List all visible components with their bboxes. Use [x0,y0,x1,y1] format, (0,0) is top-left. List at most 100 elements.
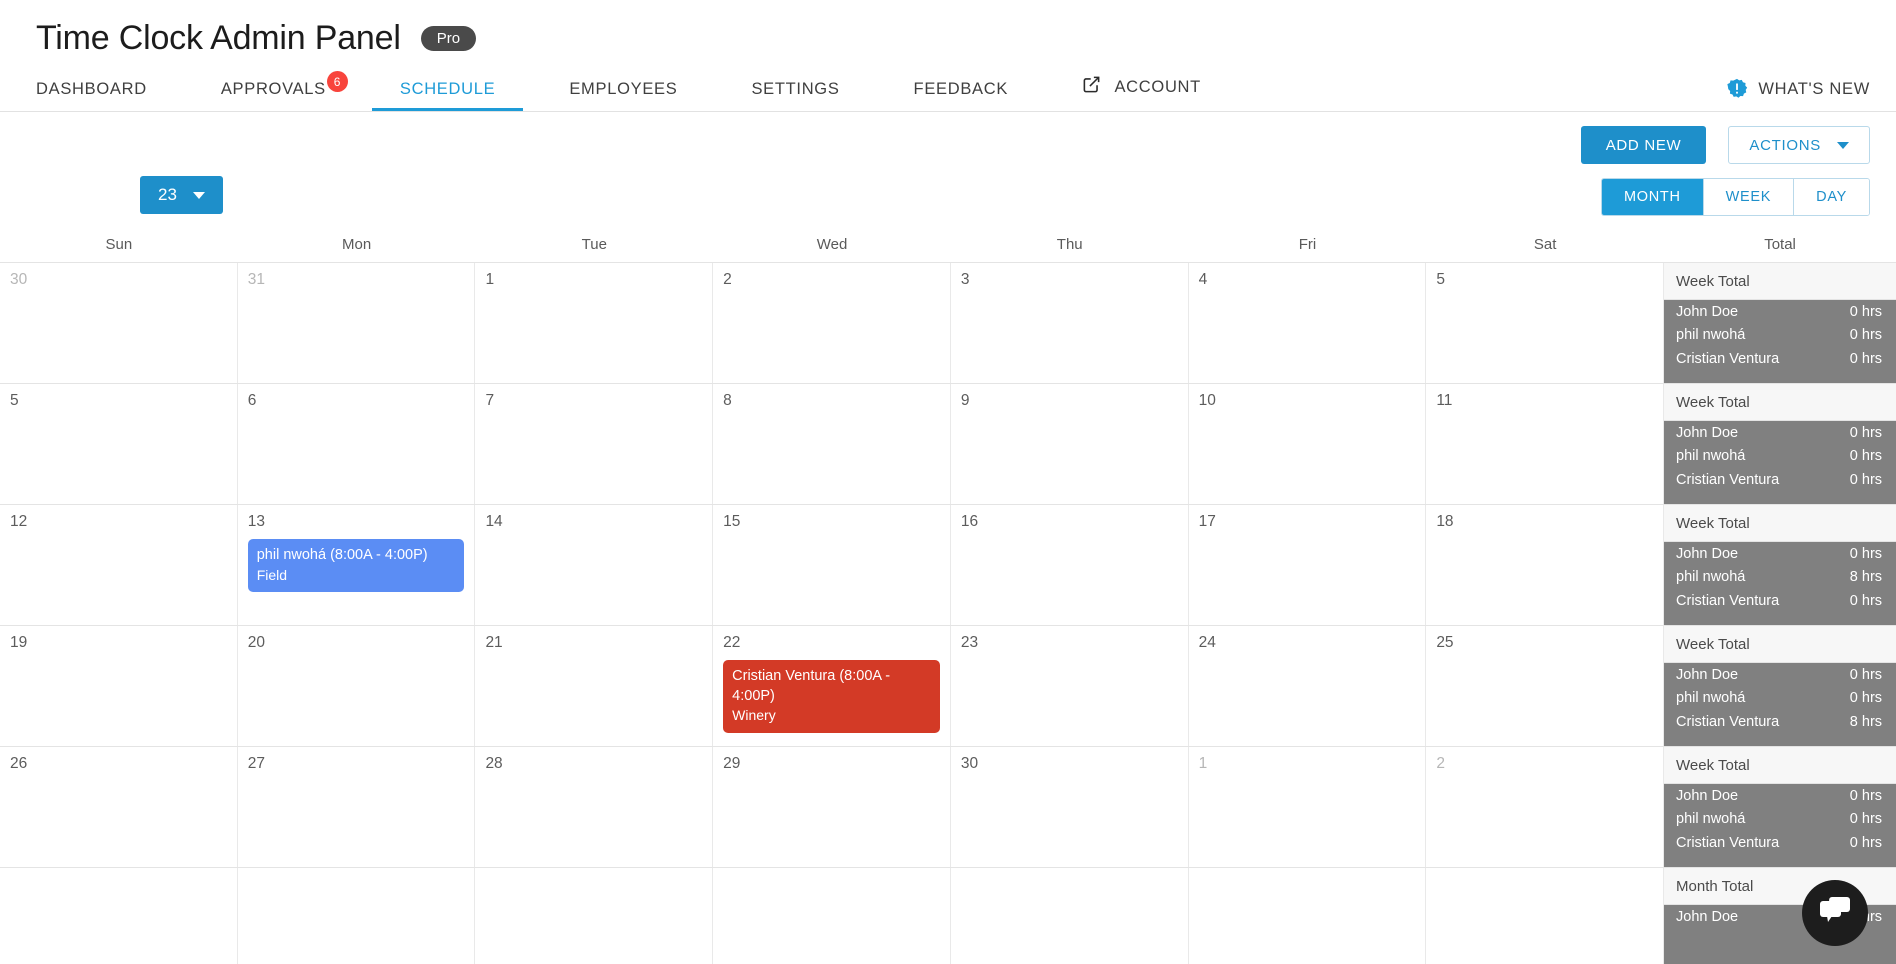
week-total-label: Week Total [1664,384,1896,421]
calendar-day-cell[interactable]: 5 [1426,263,1665,383]
calendar-day-cell[interactable]: 28 [475,747,714,867]
calendar-day-cell[interactable]: 22 Cristian Ventura (8:00A - 4:00P) Winery [713,626,951,746]
day-number: 11 [1436,392,1453,409]
chevron-down-icon [1837,141,1849,149]
employee-name: John Doe [1676,666,1739,683]
calendar-day-cell[interactable] [1189,868,1427,964]
calendar-day-cell[interactable]: 24 [1189,626,1427,746]
actions-button[interactable]: ACTIONS [1728,126,1870,164]
title-row: Time Clock Admin Panel Pro [0,10,1896,66]
page-title: Time Clock Admin Panel [36,18,401,57]
employee-total-row: John Doe 0 hrs [1664,784,1896,808]
calendar-day-cell[interactable]: 12 [0,505,238,625]
calendar-day-cell[interactable] [0,868,238,964]
week-total-label: Week Total [1664,626,1896,663]
event-category: Field [256,566,288,583]
employee-hours: 0 hrs [1849,448,1883,465]
week-total-panel: Week Total John Doe 0 hrs phil nwohá 0 hrs Cr… [1664,384,1896,504]
calendar-day-cell[interactable] [713,868,951,964]
view-toggle-day[interactable]: DAY [1794,179,1869,215]
add-new-button[interactable]: ADD NEW [1580,126,1707,164]
employee-hours: 0 hrs [1849,545,1883,562]
chat-bubble-icon [1818,896,1852,931]
day-number: 9 [960,392,970,409]
nav-item-employees[interactable]: EMPLOYEES [569,80,677,111]
nav-item-schedule[interactable]: SCHEDULE [371,80,524,111]
day-number: 21 [485,634,503,651]
week-total-list: John Doe 0 hrs phil nwohá 8 hrs Cristian Ven… [1664,542,1896,625]
calendar-day-cell[interactable] [238,868,476,964]
day-header-fri: Fri [1298,235,1317,253]
whats-new-button[interactable]: WHAT'S NEW [1726,78,1870,100]
calendar-day-cell[interactable]: 8 [713,384,951,504]
nav-item-account[interactable]: ACCOUNT [1082,75,1201,111]
plan-badge: Pro [420,25,477,51]
actions-label: ACTIONS [1749,136,1821,154]
calendar-day-cell[interactable]: 15 [713,505,951,625]
calendar-day-cell[interactable]: 5 [0,384,238,504]
calendar-event[interactable]: phil nwohá (8:00A - 4:00P) Field [247,539,465,593]
calendar-day-cell[interactable]: 11 [1426,384,1665,504]
nav-item-feedback[interactable]: FEEDBACK [914,80,1009,111]
calendar-day-cell[interactable]: 29 [713,747,951,867]
alert-badge-icon [1726,78,1748,100]
approvals-count-badge: 6 [326,71,348,92]
day-number: 23 [960,634,979,651]
nav-item-approvals[interactable]: APPROVALS 6 [221,71,348,111]
employee-total-row: phil nwohá 8 hrs [1664,566,1896,590]
event-title: Cristian Ventura (8:00A - 4:00P) [732,668,891,704]
date-selector[interactable]: 23 [140,176,223,214]
calendar-day-cell[interactable]: 25 [1426,626,1665,746]
employee-total-row: Cristian Ventura 0 hrs [1664,468,1896,492]
calendar-day-cell[interactable]: 9 [951,384,1189,504]
view-toggle-month[interactable]: MONTH [1601,179,1704,215]
calendar-day-cell[interactable]: 2 [1426,747,1665,867]
calendar-event[interactable]: Cristian Ventura (8:00A - 4:00P) Winery [723,660,940,734]
calendar-day-cell[interactable]: 2 [713,263,951,383]
nav-item-settings[interactable]: SETTINGS [751,80,839,111]
day-number: 1 [1198,755,1208,772]
calendar-day-cell[interactable]: 13 phil nwohá (8:00A - 4:00P) Field [238,505,476,625]
day-header-mon: Mon [341,235,372,253]
view-toggle-week[interactable]: WEEK [1703,179,1795,215]
calendar-day-cell[interactable]: 6 [238,384,476,504]
calendar-day-cell[interactable]: 18 [1426,505,1665,625]
calendar-day-cell[interactable]: 4 [1189,263,1427,383]
chat-widget-button[interactable] [1802,880,1868,946]
employee-name: Cristian Ventura [1676,471,1780,488]
calendar-day-cell[interactable] [951,868,1189,964]
calendar-day-cell[interactable]: 30 [951,747,1189,867]
calendar-day-cell[interactable] [475,868,714,964]
calendar-day-cell[interactable]: 16 [951,505,1189,625]
day-header-thu: Thu [1056,235,1083,253]
calendar-day-cell[interactable]: 1 [475,263,714,383]
toolbar-buttons: ADD NEW ACTIONS [1580,126,1870,164]
employee-name: Cristian Ventura [1676,592,1780,609]
day-number: 16 [960,513,979,530]
nav-label: ACCOUNT [1114,78,1201,96]
calendar-day-cell[interactable]: 14 [475,505,714,625]
employee-total-row: Cristian Ventura 0 hrs [1664,589,1896,613]
calendar-day-cell[interactable]: 20 [238,626,476,746]
employee-name: Cristian Ventura [1676,834,1780,851]
employee-total-row: phil nwohá 0 hrs [1664,445,1896,469]
calendar-day-cell[interactable]: 23 [951,626,1189,746]
calendar-day-cell[interactable]: 3 [951,263,1189,383]
calendar-day-cell[interactable]: 17 [1189,505,1427,625]
calendar-day-cell[interactable] [1426,868,1665,964]
day-number: 12 [10,513,28,530]
calendar-day-cell[interactable]: 7 [475,384,714,504]
calendar-day-cell[interactable]: 27 [238,747,476,867]
calendar-day-cell[interactable]: 1 [1189,747,1427,867]
calendar-day-cell[interactable]: 30 [0,263,238,383]
calendar-day-cell[interactable]: 26 [0,747,238,867]
action-toolbar: ADD NEW ACTIONS [0,112,1896,170]
calendar-day-cell[interactable]: 21 [475,626,714,746]
employee-total-row: Cristian Ventura 0 hrs [1664,347,1896,371]
calendar-day-cell[interactable]: 10 [1189,384,1427,504]
calendar-day-cell[interactable]: 31 [238,263,476,383]
day-number: 24 [1198,634,1216,651]
calendar-week-row: 19 20 21 22 Cristian Ventura (8:00A - 4:00P)… [0,626,1896,747]
calendar-day-cell[interactable]: 19 [0,626,238,746]
nav-item-dashboard[interactable]: DASHBOARD [36,80,147,111]
